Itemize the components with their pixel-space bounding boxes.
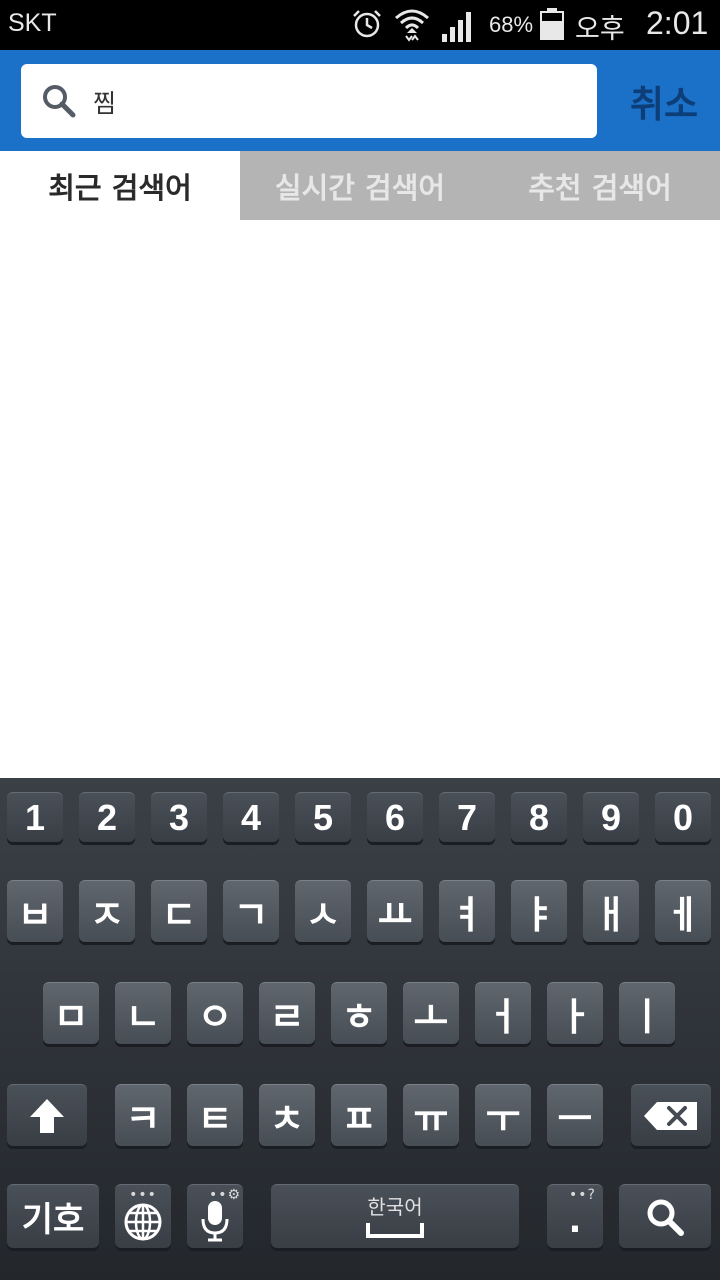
key-mieum[interactable]: ㅁ [43,982,99,1044]
symbols-key-label: 기호 [21,1200,85,1240]
key-0[interactable]: 0 [655,792,711,842]
backspace-icon [644,1101,697,1130]
status-bar: SKT 68% 오후 2:01 [0,0,720,50]
key-kieuk[interactable]: ㅋ [115,1084,171,1146]
key-4[interactable]: 4 [223,792,279,842]
key-e[interactable]: ㅔ [655,880,711,942]
search-icon [43,85,76,118]
key-u[interactable]: ㅜ [475,1084,531,1146]
key-pieup[interactable]: ㅍ [331,1084,387,1146]
key-i[interactable]: ㅣ [619,982,675,1044]
period-key-label: . [568,1200,582,1241]
key-3[interactable]: 3 [151,792,207,842]
key-ae[interactable]: ㅐ [583,880,639,942]
key-digeut[interactable]: ㄷ [151,880,207,942]
key-2[interactable]: 2 [79,792,135,842]
signal-icon [442,12,471,42]
clock-time: 2:01 [646,5,709,41]
voice-input-key[interactable]: ••⚙ [187,1184,243,1248]
tab-realtime-searches[interactable]: 실시간 검색어 [240,151,480,220]
key-eu[interactable]: ㅡ [547,1084,603,1146]
cancel-button[interactable]: 취소 [614,50,714,151]
key-7[interactable]: 7 [439,792,495,842]
recent-searches-list [0,220,720,778]
keyboard: 1 2 3 4 5 6 7 8 9 0 ㅂ ㅈ ㄷ ㄱ ㅅ ㅛ ㅕ ㅑ ㅐ ㅔ … [0,778,720,1280]
language-key[interactable]: ••• [115,1184,171,1248]
key-yu[interactable]: ㅠ [403,1084,459,1146]
battery-percent: 68% [489,12,534,37]
shift-key[interactable] [7,1084,87,1146]
key-5[interactable]: 5 [295,792,351,842]
period-key[interactable]: ••? . [547,1184,603,1248]
key-tieut[interactable]: ㅌ [187,1084,243,1146]
search-icon [647,1199,684,1236]
ampm-label: 오후 [575,14,625,45]
key-9[interactable]: 9 [583,792,639,842]
search-tabs: 최근 검색어 실시간 검색어 추천 검색어 [0,151,720,220]
backspace-key[interactable] [631,1084,711,1146]
wifi-icon [395,9,429,42]
period-key-hint: ••? [569,1187,596,1203]
key-hieut[interactable]: ㅎ [331,982,387,1044]
search-key[interactable] [619,1184,711,1248]
more-options-dots-icon: ••• [129,1187,157,1203]
key-giyeok[interactable]: ㄱ [223,880,279,942]
search-input[interactable] [93,64,583,138]
key-jieut[interactable]: ㅈ [79,880,135,942]
key-yo[interactable]: ㅛ [367,880,423,942]
tab-recent-searches[interactable]: 최근 검색어 [0,151,240,220]
key-ya[interactable]: ㅑ [511,880,567,942]
key-siot[interactable]: ㅅ [295,880,351,942]
shift-icon [30,1098,64,1133]
space-key[interactable]: 한국어 [271,1184,519,1248]
key-chieut[interactable]: ㅊ [259,1084,315,1146]
key-a[interactable]: ㅏ [547,982,603,1044]
microphone-icon [201,1200,229,1241]
alarm-icon [353,10,381,38]
key-rieul[interactable]: ㄹ [259,982,315,1044]
battery-icon [540,8,564,40]
key-ieung[interactable]: ㅇ [187,982,243,1044]
key-eo[interactable]: ㅓ [475,982,531,1044]
space-key-label: 한국어 [367,1195,423,1219]
space-icon [366,1222,424,1238]
key-nieun[interactable]: ㄴ [115,982,171,1044]
search-header: 취소 [0,50,720,151]
search-box[interactable] [21,64,597,138]
globe-icon [124,1203,162,1240]
voice-settings-dots-icon: ••⚙ [209,1187,242,1203]
key-8[interactable]: 8 [511,792,567,842]
tab-recommended-searches[interactable]: 추천 검색어 [480,151,720,220]
key-1[interactable]: 1 [7,792,63,842]
symbols-key[interactable]: 기호 [7,1184,99,1248]
carrier-label: SKT [8,9,57,37]
key-6[interactable]: 6 [367,792,423,842]
key-o[interactable]: ㅗ [403,982,459,1044]
key-bieup[interactable]: ㅂ [7,880,63,942]
key-yeo[interactable]: ㅕ [439,880,495,942]
